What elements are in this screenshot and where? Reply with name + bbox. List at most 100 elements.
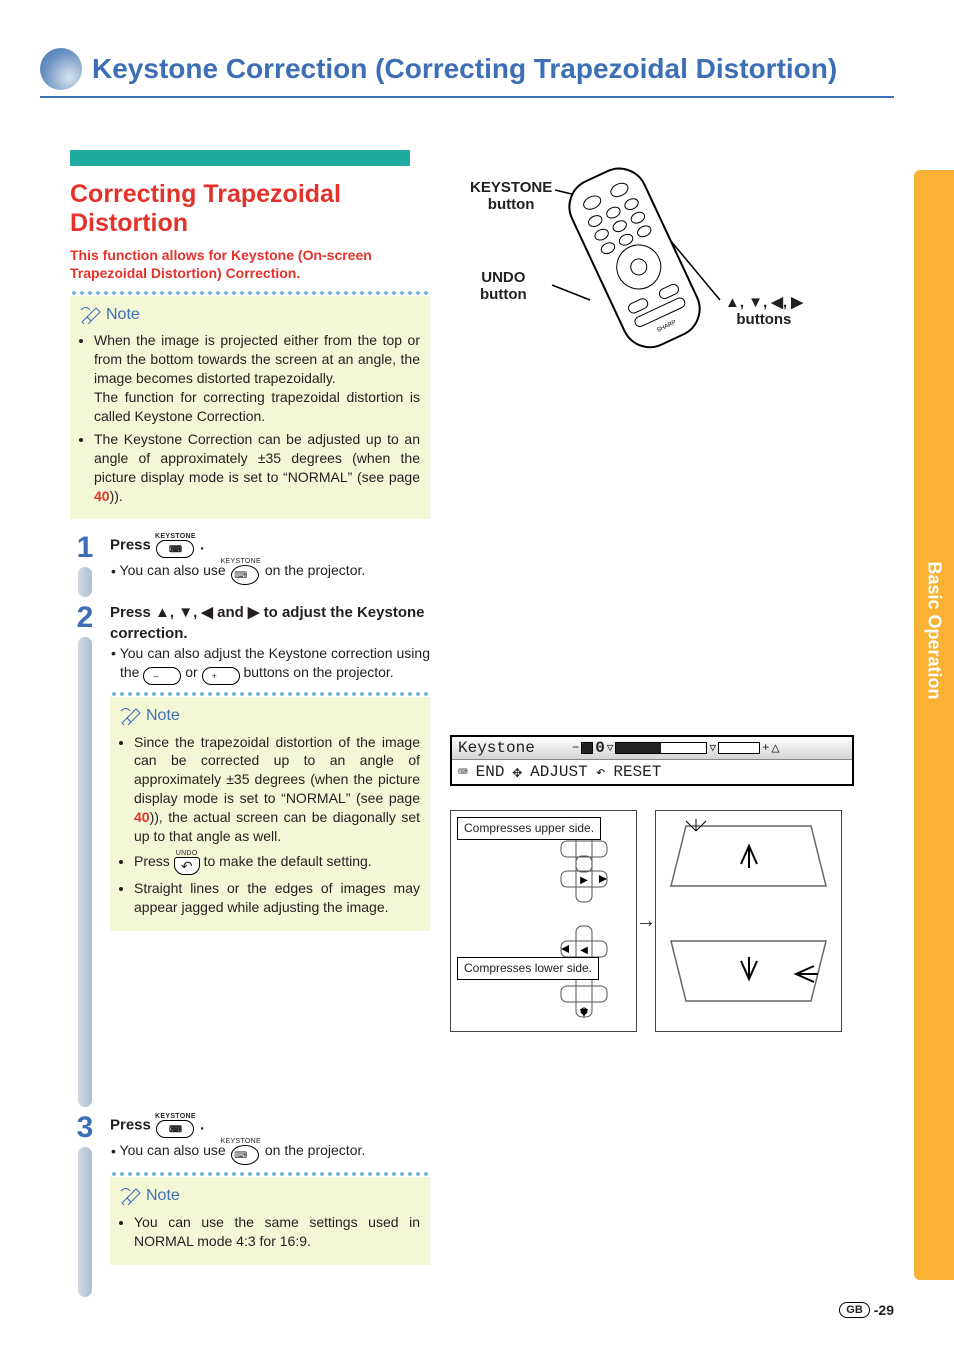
step-3: 3 Press KEYSTONE ⌨ . You can also use [70,1113,430,1297]
right-column: KEYSTONEbutton UNDObutton ▲, ▼, ◀, ▶butt… [450,150,850,370]
keystone-osd-icon: ⌨ [458,762,468,782]
keystone-osd: Keystone − 0 ▽ ▽ + △ ⌨ END ✥ ADJUST [450,735,854,786]
osd-reset: RESET [613,763,661,781]
note-label-text: Note [146,705,180,727]
page-title-row: Keystone Correction (Correcting Trapezoi… [40,48,894,98]
plus-button-icon: + [202,667,240,685]
left-column: Correcting Trapezoidal Distortion This f… [70,150,430,1303]
arrow-right-icon: → [636,910,656,933]
text: Press [110,537,151,554]
note-box-step2: Note Since the trapezoidal distortion of… [110,697,430,931]
step-rail [78,637,92,1107]
svg-text:◀: ◀ [580,945,588,956]
note-item: Straight lines or the edges of images ma… [134,879,420,917]
text: on the projector. [265,1143,365,1159]
step-number: 2 [77,603,94,633]
btn-top-label: KEYSTONE [230,558,261,565]
text: You can also use [120,563,226,579]
page-number: GB -29 [839,1302,894,1318]
step-title: Press KEYSTONE ⌨ . [110,533,430,558]
keystone-pill-icon: ⌨ [156,1120,194,1138]
step-number: 3 [77,1113,94,1143]
undo-button-icon: ↶ [174,857,200,875]
page-ref-link[interactable]: 40 [94,488,110,504]
section-heading: Correcting Trapezoidal Distortion [70,180,430,238]
osd-end: END [476,763,505,781]
btn-top-label: UNDO [176,850,198,857]
section-intro: This function allows for Keystone (On-sc… [70,246,430,282]
trapezoid-icons [656,811,841,1031]
step-title: Press ▲, ▼, ◀ and ▶ to adjust the Keysto… [110,603,430,644]
step-sub: You can also adjust the Keystone correct… [110,644,430,685]
text: You can also use [120,1143,226,1159]
btn-top-label: KEYSTONE [155,533,196,540]
keystone-round-icon: ⌨ [231,1145,259,1165]
btn-top-label: KEYSTONE [230,1138,261,1145]
step-1: 1 Press KEYSTONE ⌨ . You can also use [70,533,430,597]
text: buttons on the projector. [243,664,393,680]
step-number: 1 [77,533,94,563]
page-title: Keystone Correction (Correcting Trapezoi… [92,53,837,85]
note-box-top: Note When the image is projected either … [70,296,430,520]
keystone-button-graphic: KEYSTONE ⌨ [230,558,261,585]
text: or [185,664,197,680]
page-no: -29 [874,1302,894,1318]
osd-adjust: ADJUST [530,763,588,781]
step-sub: You can also use KEYSTONE ⌨ on the proje… [110,1138,430,1165]
remote-diagram: KEYSTONEbutton UNDObutton ▲, ▼, ◀, ▶butt… [450,150,850,370]
side-tab: Basic Operation [914,170,954,1280]
note-item: When the image is projected either from … [94,331,420,425]
note-item: The Keystone Correction can be adjusted … [94,430,420,506]
dpad-icons: ▶ ◀ [451,811,636,1031]
note-text: The Keystone Correction can be adjusted … [94,431,420,504]
text: to make the default setting. [204,853,372,869]
text: . [200,537,204,554]
osd-value: 0 [595,739,605,757]
step-2: 2 Press ▲, ▼, ◀ and ▶ to adjust the Keys… [70,603,430,1107]
section-bar [70,150,410,166]
note-item: Press UNDO ↶ to make the default setting… [134,850,420,875]
keystone-pill-icon: ⌨ [156,540,194,558]
keystone-button-graphic: KEYSTONE ⌨ [155,533,196,558]
step-title: Press KEYSTONE ⌨ . [110,1113,430,1138]
note-box-step3: Note You can use the same settings used … [110,1177,430,1264]
text: . [200,1117,204,1134]
page-ref-link[interactable]: 40 [134,809,150,825]
steps: 1 Press KEYSTONE ⌨ . You can also use [70,533,430,1297]
note-label: Note [80,304,420,326]
minus-button-icon: – [143,667,181,685]
inner-note: Note Since the trapezoidal distortion of… [110,691,430,931]
note-text: When the image is projected either from … [94,332,420,424]
note-item: You can use the same settings used in NO… [134,1213,420,1251]
undo-osd-icon: ↶ [596,762,606,782]
remote-icon: SHARP [500,150,760,370]
text: Press [110,1117,151,1134]
keystone-button-graphic: KEYSTONE ⌨ [155,1113,196,1138]
note-item: Since the trapezoidal distortion of the … [134,733,420,846]
undo-button-graphic: UNDO ↶ [174,850,200,875]
note-label-text: Note [146,1185,180,1207]
keystone-button-graphic: KEYSTONE ⌨ [230,1138,261,1165]
keystone-round-icon: ⌨ [231,565,259,585]
step-rail [78,567,92,597]
osd-name: Keystone [458,739,568,757]
title-bullet-icon [40,48,82,90]
note-label: Note [120,705,420,727]
text: Press [134,853,170,869]
btn-top-label: KEYSTONE [155,1113,196,1120]
osd-bar: − 0 ▽ ▽ + △ [572,739,846,757]
step-sub: You can also use KEYSTONE ⌨ on the proje… [110,558,430,585]
region-pill: GB [839,1302,870,1318]
svg-text:▶: ▶ [580,875,588,886]
note-pencil-icon [120,1187,142,1205]
note-pencil-icon [120,707,142,725]
diag-lower-label: Compresses lower side. [457,957,599,980]
note-pencil-icon [80,306,102,324]
inner-note: Note You can use the same settings used … [110,1171,430,1264]
diagram-right [655,810,842,1032]
compression-diagram: Compresses upper side. Compresses lower … [450,810,870,1050]
note-label: Note [120,1185,420,1207]
note-label-text: Note [106,304,140,326]
diagram-left: Compresses upper side. Compresses lower … [450,810,637,1032]
text: on the projector. [265,563,365,579]
